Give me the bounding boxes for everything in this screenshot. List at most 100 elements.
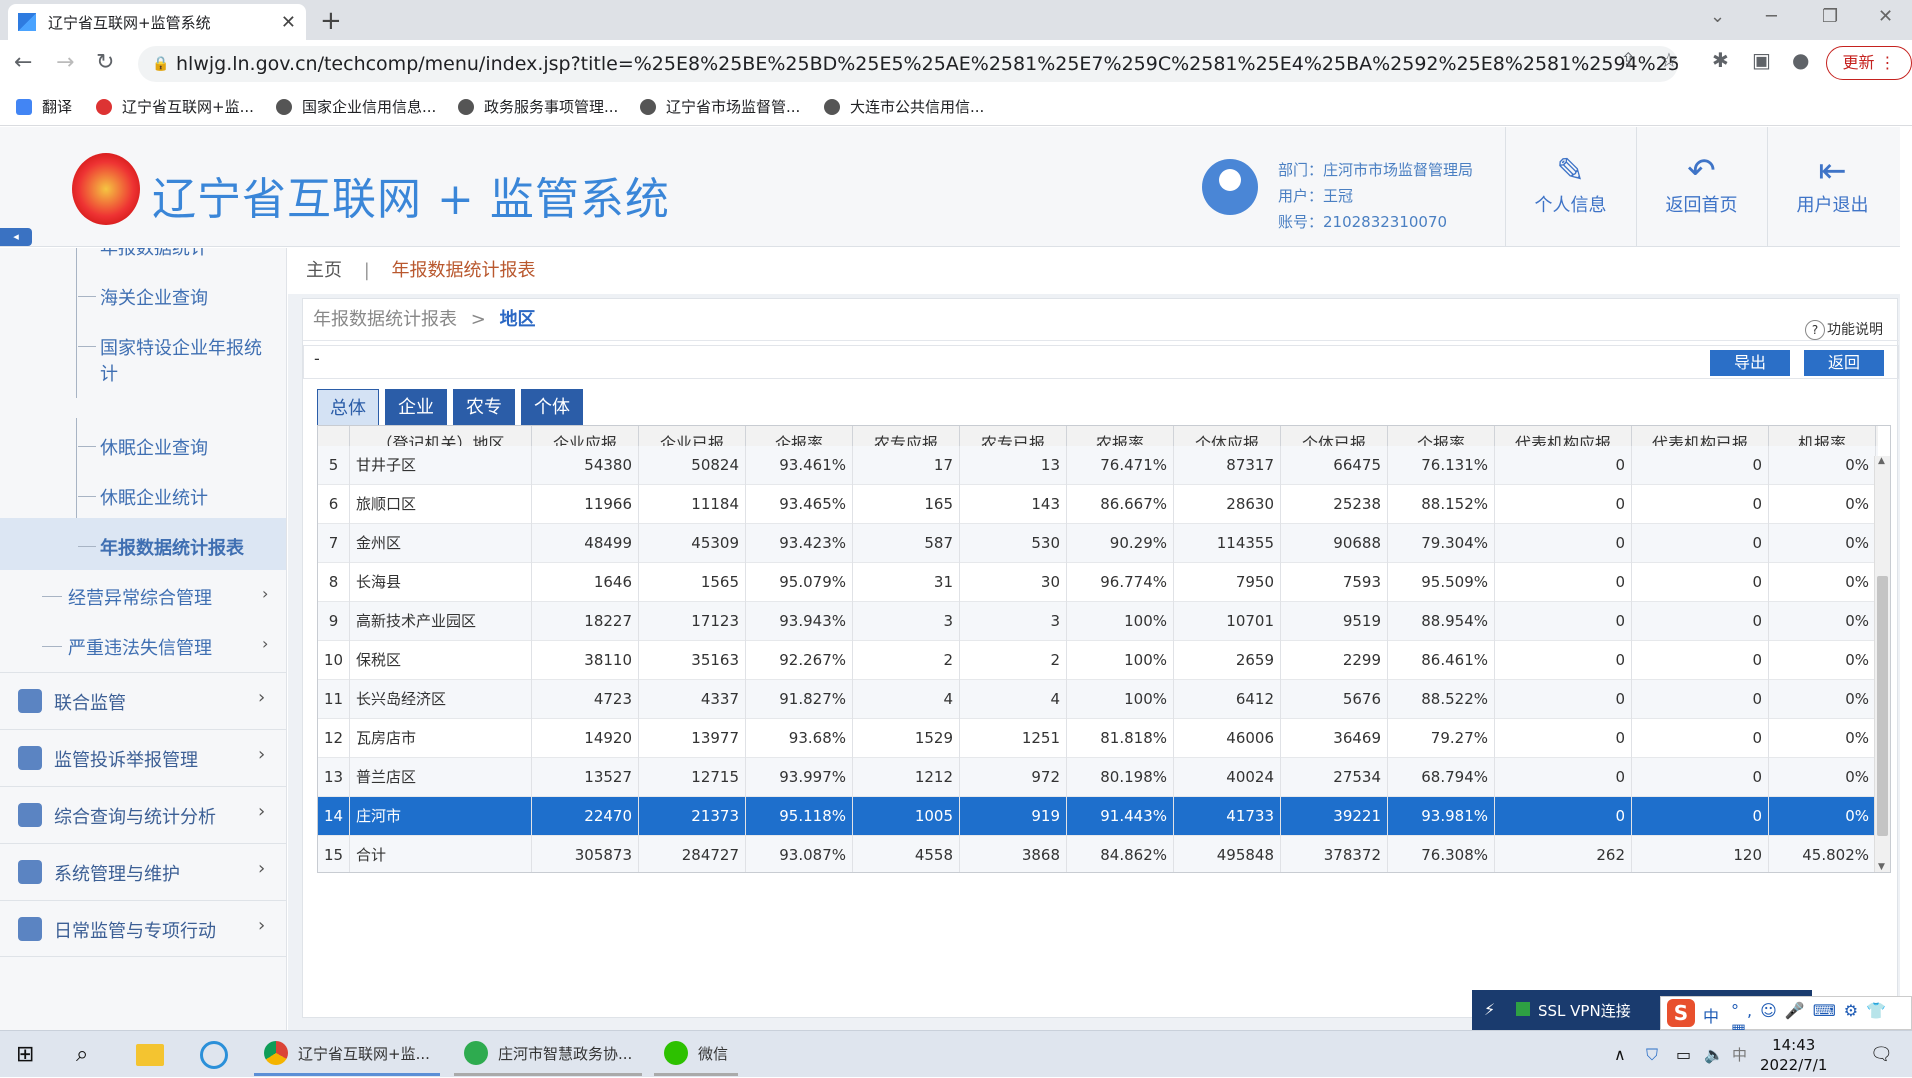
export-button[interactable]: 导出 — [1710, 350, 1790, 376]
bookmark-translate[interactable]: 翻译 — [16, 96, 72, 117]
table-row[interactable]: 8 长海县 1646 1565 95.079% 31 30 96.774% 7950 7593 95… — [318, 563, 1878, 602]
maximize-button[interactable]: ❐ — [1822, 6, 1838, 27]
ime-indicator-icon[interactable]: 中 — [1732, 1031, 1747, 1078]
table-row[interactable]: 11 长兴岛经济区 4723 4337 91.827% 4 4 100% 6412 5676 88.… — [318, 680, 1878, 719]
tab-enterprise[interactable]: 企业 — [385, 389, 447, 427]
ime-mode[interactable]: 中 — [1703, 1003, 1719, 1027]
profile-button[interactable]: ✎ 个人信息 — [1505, 127, 1635, 247]
sidebar-collapse-button[interactable]: ◂ — [0, 228, 32, 246]
sidebar-item-dishonesty-mgmt[interactable]: 严重违法失信管理 — [68, 634, 212, 660]
table-row[interactable]: 15 合计 305873 284727 93.087% 4558 3868 84.862% 49… — [318, 836, 1878, 872]
sidebar-item-special-equipment-cont[interactable]: 计 — [100, 360, 118, 386]
reload-icon[interactable]: ↻ — [96, 50, 114, 75]
browser-tab[interactable]: 辽宁省互联网+监管系统 ✕ — [8, 4, 306, 40]
network-icon[interactable]: ▭ — [1676, 1031, 1691, 1078]
tray-expand-icon[interactable]: ∧ — [1614, 1031, 1626, 1078]
sidebar-item-abnormal-mgmt[interactable]: 经营异常综合管理 — [68, 584, 212, 610]
taskbar-app-wechat[interactable]: 微信 — [654, 1033, 739, 1076]
breadcrumb-home[interactable]: 主页 — [306, 260, 342, 281]
logout-button[interactable]: ⇤ 用户退出 — [1767, 127, 1897, 247]
side-panel-icon[interactable]: ▣ — [1752, 48, 1771, 72]
bookmark-item[interactable]: 辽宁省互联网+监... — [96, 96, 254, 117]
table-row[interactable]: 6 旅顺口区 11966 11184 93.465% 165 143 86.667% 28630… — [318, 485, 1878, 524]
sidebar-item-dormant-stats[interactable]: 休眠企业统计 — [100, 484, 208, 510]
bookmark-item[interactable]: 国家企业信用信息... — [276, 96, 436, 117]
back-arrow-icon[interactable]: ← — [14, 50, 32, 75]
table-row[interactable]: 14 庄河市 22470 21373 95.118% 1005 919 91.443% 4173… — [318, 797, 1878, 836]
globe-icon — [458, 98, 474, 115]
sidebar-item-dormant-query[interactable]: 休眠企业查询 — [100, 434, 208, 460]
taskbar-app-chrome[interactable]: 辽宁省互联网+监... — [254, 1033, 440, 1076]
tab-search-icon[interactable]: ⌄ — [1710, 6, 1725, 27]
table-cell: 93.461% — [746, 446, 853, 485]
share-icon[interactable]: ⇪ — [1620, 48, 1637, 72]
sidebar-group-daily-supervision[interactable]: 日常监管与专项行动 › — [0, 900, 286, 957]
row-number: 14 — [318, 797, 350, 836]
table-cell: 0 — [1632, 602, 1769, 641]
update-button[interactable]: 更新 ⋮ — [1826, 46, 1912, 80]
sidebar-item-special-equipment[interactable]: 国家特设企业年报统 — [100, 334, 262, 360]
bookmark-item[interactable]: 大连市公共信用信... — [824, 96, 984, 117]
url-field[interactable]: 🔒 hlwjg.ln.gov.cn/techcomp/menu/index.js… — [138, 46, 1678, 82]
taskbar-app-zhuanghe[interactable]: 庄河市智慧政务协... — [454, 1033, 643, 1076]
ie-browser-icon[interactable] — [200, 1031, 228, 1078]
security-shield-icon[interactable]: ⛉ — [1646, 1031, 1658, 1078]
back-button[interactable]: 返回 — [1804, 350, 1884, 376]
table-cell: 17123 — [639, 602, 746, 641]
table-row[interactable]: 9 高新技术产业园区 18227 17123 93.943% 3 3 100% 10701 951… — [318, 602, 1878, 641]
new-tab-button[interactable]: + — [320, 6, 342, 36]
table-row[interactable]: 5 甘井子区 54380 50824 93.461% 17 13 76.471% 87317 66… — [318, 446, 1878, 485]
vertical-scrollbar[interactable]: ▲ ▼ — [1874, 456, 1890, 872]
sidebar-item-annual-stats[interactable]: 年报数据统计 — [100, 248, 208, 260]
scroll-up-icon[interactable]: ▲ — [1878, 456, 1885, 466]
table-row[interactable]: 10 保税区 38110 35163 92.267% 2 2 100% 2659 2299 86.4… — [318, 641, 1878, 680]
sidebar-item-annual-report[interactable]: 年报数据统计报表 — [100, 534, 244, 560]
table-row[interactable]: 13 普兰店区 13527 12715 93.997% 1212 972 80.198% 400… — [318, 758, 1878, 797]
panel-breadcrumb-parent[interactable]: 年报数据统计报表 — [313, 309, 457, 330]
ime-toolbar[interactable]: S 中 °,☺🎤⌨⚙👕▦ — [1660, 996, 1912, 1039]
search-icon[interactable]: ⌕ — [76, 1031, 88, 1078]
tab-overall[interactable]: 总体 — [317, 389, 379, 427]
sidebar-group-joint-supervision[interactable]: 联合监管 › — [0, 672, 286, 729]
table-cell: 84.862% — [1067, 836, 1174, 872]
chevron-right-icon: › — [258, 801, 266, 822]
table-cell: 14920 — [532, 719, 639, 758]
breadcrumb-separator: | — [363, 260, 370, 281]
help-icon: ? — [1805, 320, 1825, 340]
sidebar-group-system[interactable]: 系统管理与维护 › — [0, 843, 286, 900]
volume-icon[interactable]: 🔈 — [1704, 1031, 1724, 1078]
sidebar-item-customs-query[interactable]: 海关企业查询 — [100, 284, 208, 310]
profile-icon[interactable]: ● — [1792, 48, 1809, 72]
table-cell: 35163 — [639, 641, 746, 680]
close-window-button[interactable]: ✕ — [1878, 6, 1893, 27]
table-cell: 36469 — [1281, 719, 1388, 758]
windows-start-icon[interactable]: ⊞ — [16, 1031, 34, 1078]
file-explorer-icon[interactable] — [136, 1031, 164, 1078]
table-cell: 31 — [853, 563, 960, 602]
table-row[interactable]: 12 瓦房店市 14920 13977 93.68% 1529 1251 81.818% 460… — [318, 719, 1878, 758]
tab-individual[interactable]: 个体 — [521, 389, 583, 427]
table-cell: 100% — [1067, 641, 1174, 680]
notification-icon[interactable]: 🗨 — [1870, 1031, 1893, 1078]
scroll-down-icon[interactable]: ▼ — [1878, 862, 1885, 872]
table-cell: 114355 — [1174, 524, 1281, 563]
system-clock[interactable]: 14:43 2022/7/1 — [1760, 1035, 1827, 1075]
star-icon[interactable]: ☆ — [1660, 48, 1678, 72]
row-number: 15 — [318, 836, 350, 872]
breadcrumb-current[interactable]: 年报数据统计报表 — [392, 260, 536, 281]
extensions-icon[interactable]: ✱ — [1712, 48, 1729, 72]
forward-arrow-icon[interactable]: → — [56, 50, 74, 75]
minimize-button[interactable]: ─ — [1766, 6, 1777, 27]
scrollbar-thumb[interactable] — [1877, 576, 1888, 836]
home-button[interactable]: ↶ 返回首页 — [1636, 127, 1766, 247]
tab-cooperative[interactable]: 农专 — [453, 389, 515, 427]
close-tab-icon[interactable]: ✕ — [281, 12, 296, 33]
sogou-ime-icon[interactable]: S — [1667, 999, 1695, 1027]
bookmark-item[interactable]: 政务服务事项管理... — [458, 96, 618, 117]
table-cell: 11184 — [639, 485, 746, 524]
bookmark-item[interactable]: 辽宁省市场监督管... — [640, 96, 800, 117]
sidebar-group-complaints[interactable]: 监管投诉举报管理 › — [0, 729, 286, 786]
edit-icon: ✎ — [1556, 151, 1585, 191]
sidebar-group-query-stats[interactable]: 综合查询与统计分析 › — [0, 786, 286, 843]
table-row[interactable]: 7 金州区 48499 45309 93.423% 587 530 90.29% 114355 9… — [318, 524, 1878, 563]
